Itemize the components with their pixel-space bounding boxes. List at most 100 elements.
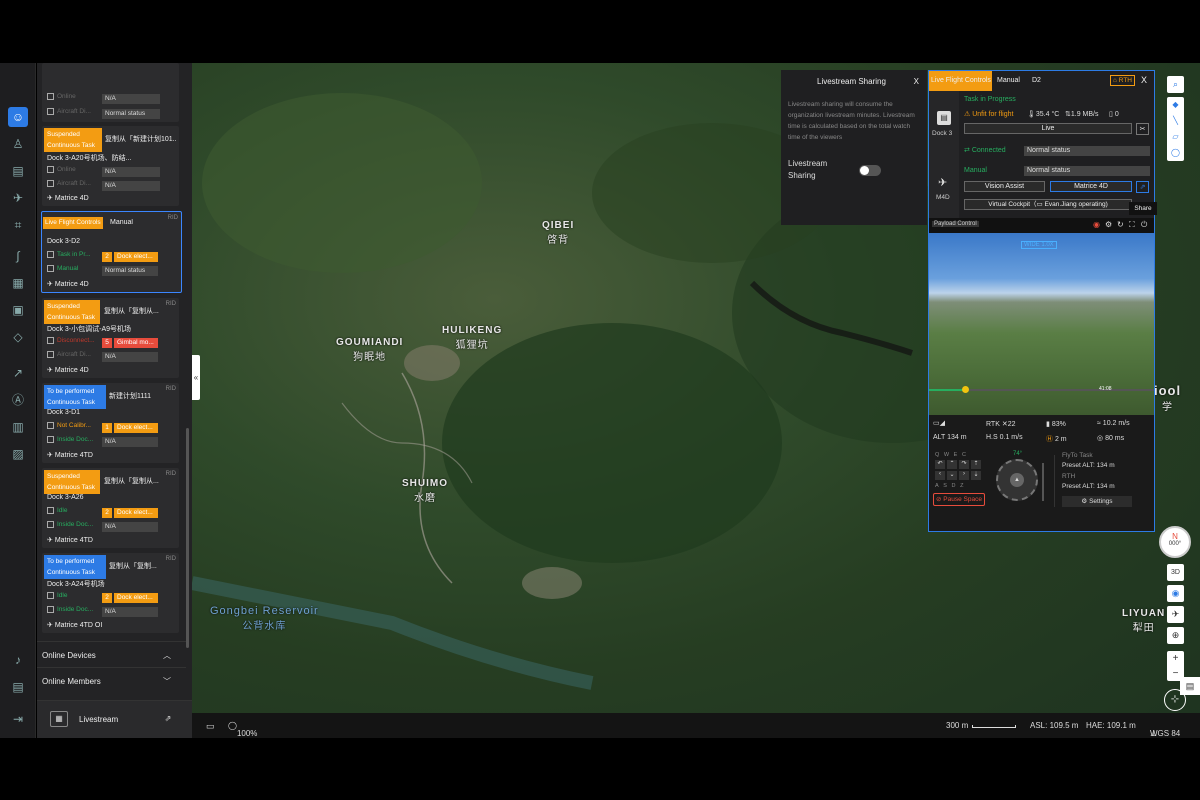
status-row: Inside Doc... — [47, 436, 93, 447]
connected-status: ⇄ Connected — [964, 147, 1006, 154]
status-row: Manual — [47, 265, 78, 276]
attitude-indicator: ▲ — [996, 459, 1038, 501]
search-icon[interactable]: ⌕ — [1167, 76, 1184, 93]
close-icon[interactable]: X — [1141, 75, 1147, 85]
media-icon[interactable]: ▣ — [8, 300, 28, 320]
logout-icon[interactable]: ⇥ — [8, 709, 28, 729]
video-timeline[interactable] — [929, 386, 1154, 393]
key-hints: Q W E C — [935, 452, 966, 458]
grid-icon[interactable]: ▦ — [50, 711, 68, 727]
aircraft-icon[interactable]: ✈ — [8, 188, 28, 208]
status-value: N/A — [102, 167, 160, 177]
video-feed[interactable]: WIDE 1.0X 41:08 — [929, 233, 1154, 415]
rotate-right-icon[interactable]: ↷ — [959, 460, 969, 469]
battery-icon: ▮ — [1046, 421, 1050, 428]
polygon-icon[interactable]: ▱ — [1167, 129, 1184, 145]
close-icon[interactable]: X — [914, 77, 919, 86]
livestream-label[interactable]: Livestream — [79, 715, 118, 724]
tab-live-flight-controls[interactable]: Live Flight Controls — [929, 71, 992, 91]
zoom-in-icon[interactable]: + — [1167, 651, 1184, 666]
device-card[interactable]: Suspended Continuous Task 复制从「复制从... RID… — [42, 298, 179, 378]
power-icon[interactable]: ⏻ — [1141, 220, 1147, 230]
task-chip: Suspended Continuous Task — [44, 300, 100, 324]
device-card[interactable]: Online N/A Aircraft Di... Normal status — [42, 63, 179, 122]
locate-icon[interactable]: ⊕ — [1167, 627, 1184, 644]
team-icon[interactable]: ☺ — [8, 107, 28, 127]
gear-icon[interactable]: ⚙ — [1105, 220, 1112, 229]
online-members-label: Online Members — [42, 677, 101, 686]
pin-icon[interactable]: ◆ — [1167, 97, 1184, 113]
record-icon[interactable]: ◉ — [1093, 220, 1100, 229]
arrow-down-icon[interactable]: ⌄ — [947, 471, 957, 480]
arrow-up-icon[interactable]: ⌃ — [947, 460, 957, 469]
device-card[interactable]: To be performed Continuous Task 复制从「复制..… — [42, 553, 179, 633]
compass[interactable]: N 000° — [1159, 526, 1191, 558]
layers-icon[interactable]: ◉ — [1167, 585, 1184, 602]
tools-icon[interactable]: ✂ — [1136, 123, 1149, 135]
tab-d2[interactable]: D2 — [1032, 71, 1041, 91]
bell-icon[interactable]: ♪ — [8, 650, 28, 670]
data-rate: ⇅1.9 MB/s — [1065, 111, 1099, 118]
drone-select[interactable]: Matrice 4D — [1050, 181, 1132, 192]
log-icon[interactable]: ▨ — [8, 444, 28, 464]
status-value: N/A — [102, 522, 158, 532]
online-members-section[interactable]: Online Members ﹀ — [37, 667, 186, 692]
descend-icon[interactable]: ⇣ — [971, 471, 981, 480]
line-icon[interactable]: ╲ — [1167, 113, 1184, 129]
share-toggle[interactable] — [859, 165, 881, 176]
panel-scrollbar[interactable] — [186, 428, 189, 648]
settings-button[interactable]: ⚙ Settings — [1062, 496, 1132, 507]
arrow-left-icon[interactable]: ‹ — [935, 471, 945, 480]
payload-bar: Payload Control ◉ ⚙ ↻ ⛶ ⏻ — [929, 218, 1154, 233]
share-icon[interactable]: ⇗ — [1136, 181, 1149, 193]
route-icon[interactable]: ∫ — [8, 246, 28, 266]
report-icon[interactable]: ▤ — [8, 677, 28, 697]
heading-readout: 74° — [1013, 451, 1023, 457]
minimap-icon[interactable]: ▭ — [206, 721, 215, 732]
status-value: Normal status — [102, 266, 158, 276]
payload-control-label[interactable]: Payload Control — [932, 221, 979, 227]
dock-name: Dock 3-小包调试-A9号机场 — [47, 326, 132, 333]
people-icon[interactable]: ♙ — [8, 134, 28, 154]
device-card[interactable]: To be performed Continuous Task 新建计划1111… — [42, 383, 179, 463]
live-button[interactable]: Live — [964, 123, 1132, 134]
direction-pad: ↶ ⌃ ↷ ⇡ ‹ ⌄ › ⇣ — [935, 460, 985, 480]
status-value: Normal status — [102, 109, 160, 119]
device-card-selected[interactable]: Live Flight Controls Manual RID Dock 3-D… — [41, 211, 182, 293]
ascend-icon[interactable]: ⇡ — [971, 460, 981, 469]
task-chip: To be performed Continuous Task — [44, 385, 106, 409]
calendar-icon[interactable]: ▦ — [8, 273, 28, 293]
timeline-knob[interactable] — [962, 386, 969, 393]
rth-icon: ⌂ — [1113, 77, 1117, 84]
collapse-panel-button[interactable]: « — [192, 355, 200, 400]
document-icon[interactable]: ▥ — [8, 417, 28, 437]
dock-name: Dock 3-A20号机场、防结... — [47, 155, 132, 162]
3d-toggle-button[interactable]: 3D — [1167, 564, 1184, 581]
online-devices-section[interactable]: Online Devices ︿ — [37, 641, 186, 666]
rth-button[interactable]: ⌂ RTH — [1110, 75, 1135, 86]
share-icon[interactable]: ⇗ — [159, 711, 177, 727]
map-icon[interactable]: ⌗ — [8, 215, 28, 235]
livestream-bar[interactable]: ▦ Livestream ⇗ — [37, 700, 192, 738]
fullscreen-icon[interactable]: ⛶ — [1129, 220, 1135, 230]
pause-button[interactable]: ⊘ Pause Space — [933, 493, 985, 506]
rotate-left-icon[interactable]: ↶ — [935, 460, 945, 469]
chart-icon[interactable]: ↗ — [8, 363, 28, 383]
dock-icon: ▤ — [937, 111, 951, 125]
arrow-right-icon[interactable]: › — [959, 471, 969, 480]
chat-icon[interactable]: ▤ — [1180, 677, 1200, 695]
draw-tools[interactable]: ◆ ╲ ▱ ◯ — [1167, 97, 1184, 161]
flight-area-icon[interactable]: Ⓐ — [8, 390, 28, 410]
model-icon[interactable]: ◇ — [8, 327, 28, 347]
virtual-cockpit-button[interactable]: Virtual Cockpit（▭ Evan.Jiang operating) — [964, 199, 1132, 210]
aircraft-locate-icon[interactable]: ✈ — [1167, 606, 1184, 623]
device-card[interactable]: Suspended Continuous Task 复制从「新建计划101...… — [42, 126, 179, 206]
refresh-icon[interactable]: ↻ — [1117, 220, 1124, 229]
dock-icon[interactable]: ▤ — [8, 161, 28, 181]
share-title: Livestream Sharing — [817, 77, 886, 86]
circle-icon[interactable]: ◯ — [1167, 145, 1184, 161]
vision-assist-button[interactable]: Vision Assist — [964, 181, 1045, 192]
tab-manual[interactable]: Manual — [997, 71, 1020, 91]
device-card[interactable]: Suspended Continuous Task 复制从「复制从... RID… — [42, 468, 179, 548]
unfit-status: ⚠ Unfit for flight — [964, 111, 1014, 118]
